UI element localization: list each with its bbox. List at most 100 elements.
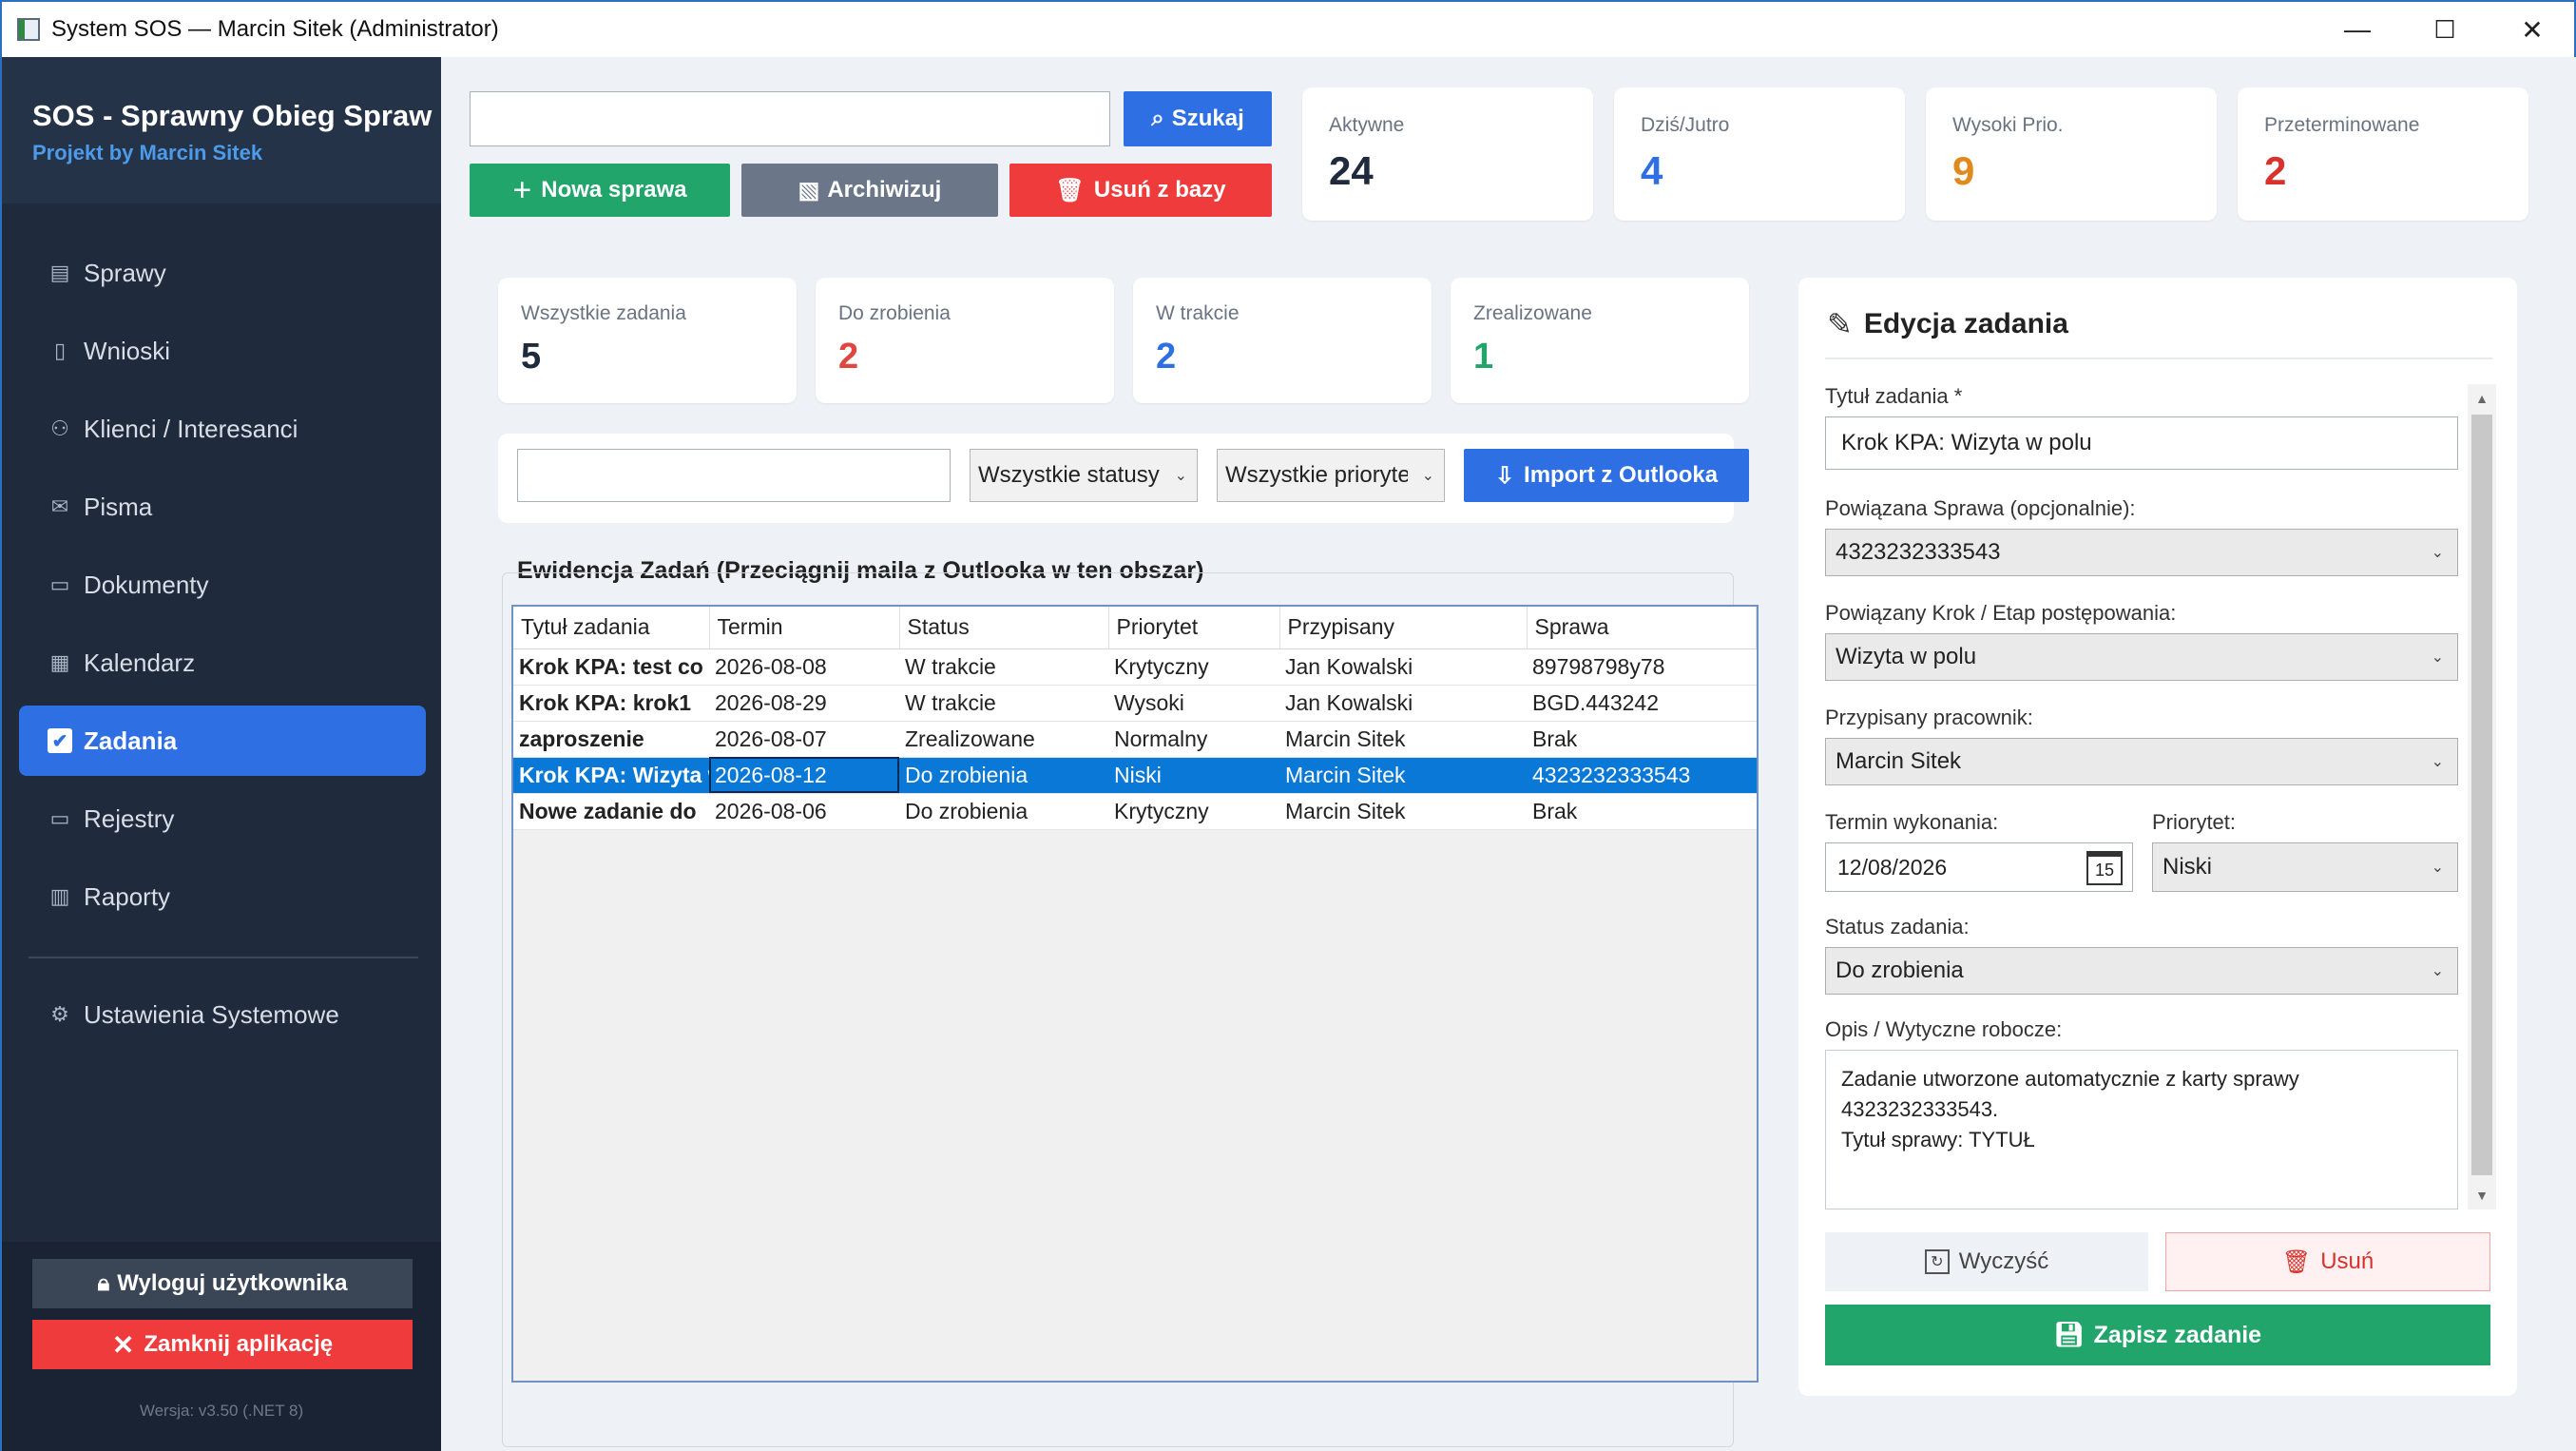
sidebar-item-kalendarz[interactable]: ▦ Kalendarz	[19, 628, 426, 698]
sidebar-item-sprawy[interactable]: ▤ Sprawy	[19, 238, 426, 308]
case-search-input[interactable]	[470, 91, 1110, 146]
logout-button[interactable]: 🔒︎ Wyloguj użytkownika	[32, 1259, 413, 1308]
table-cell[interactable]: Niski	[1108, 757, 1279, 794]
table-cell[interactable]: Krytyczny	[1108, 648, 1279, 686]
archive-button[interactable]: ▧ Archiwizuj	[741, 164, 998, 217]
column-header[interactable]: Tytuł zadania	[513, 607, 710, 649]
stat-card-dzis-jutro: Dziś/Jutro 4	[1614, 87, 1905, 221]
table-cell[interactable]: W trakcie	[899, 648, 1108, 686]
sidebar-item-label: Rejestry	[84, 803, 175, 833]
sidebar-item-settings[interactable]: ⚙ Ustawienia Systemowe	[19, 979, 426, 1050]
import-outlook-button[interactable]: ⇩ Import z Outlooka	[1464, 449, 1749, 502]
table-cell[interactable]: Krytyczny	[1108, 793, 1279, 830]
sidebar-item-pisma[interactable]: ✉ Pisma	[19, 472, 426, 542]
table-cell[interactable]: Nowe zadanie do	[513, 793, 709, 830]
table-row[interactable]: Nowe zadanie do 2026-08-06 Do zrobienia Kry…	[513, 793, 1757, 830]
table-cell[interactable]: Krok KPA: test co tam	[513, 648, 709, 686]
delete-from-db-button[interactable]: 🗑︎ Usuń z bazy	[1009, 164, 1272, 217]
table-cell[interactable]: zaproszenie	[513, 721, 709, 758]
table-cell[interactable]: Zrealizowane	[899, 721, 1108, 758]
step-label: Powiązany Krok / Etap postępowania:	[1825, 601, 2177, 625]
close-app-button[interactable]: ✕ Zamknij aplikację	[32, 1320, 413, 1369]
table-cell[interactable]: BGD.443242	[1527, 685, 1757, 722]
table-cell[interactable]: Marcin Sitek	[1279, 793, 1527, 830]
case-select-value: 4323232333543	[1836, 539, 2001, 565]
scroll-down-arrow[interactable]: ▼	[2468, 1181, 2496, 1209]
task-table[interactable]: Tytuł zadania Termin Status Priorytet Pr…	[511, 605, 1759, 1383]
column-header[interactable]: Termin	[709, 607, 900, 649]
table-cell[interactable]: W trakcie	[899, 685, 1108, 722]
table-cell[interactable]: 2026-08-08	[709, 648, 899, 686]
due-date-picker[interactable]: 12/08/2026 15	[1825, 842, 2133, 892]
scroll-thumb[interactable]	[2471, 415, 2492, 1175]
status-filter-select[interactable]: Wszystkie statusy ⌄	[970, 449, 1198, 502]
table-cell[interactable]: Brak	[1527, 721, 1757, 758]
maximize-button[interactable]: ☐	[2401, 2, 2489, 57]
case-select[interactable]: 4323232333543 ⌄	[1825, 529, 2458, 576]
table-row-selected[interactable]: Krok KPA: Wizyta w polu2026-08-12Do zrob…	[513, 757, 1757, 794]
search-button[interactable]: ⌕ Szukaj	[1124, 91, 1272, 146]
table-cell[interactable]: 4323232333543	[1527, 757, 1757, 794]
case-label: Powiązana Sprawa (opcjonalnie):	[1825, 496, 2136, 520]
table-cell[interactable]: Krok KPA: krok1	[513, 685, 709, 722]
editor-scrollbar[interactable]: ▲ ▼	[2468, 384, 2496, 1209]
column-header[interactable]: Przypisany	[1279, 607, 1528, 649]
close-icon: ✕	[111, 1329, 135, 1360]
task-stat-in-progress: W trakcie 2	[1133, 278, 1432, 403]
step-select[interactable]: Wizyta w polu ⌄	[1825, 633, 2458, 681]
table-row[interactable]: Krok KPA: test co tam2026-08-08W trakcie…	[513, 648, 1757, 686]
priority-filter-select[interactable]: Wszystkie priorytety ⌄	[1217, 449, 1445, 502]
sidebar-item-klienci[interactable]: ⚇ Klienci / Interesanci	[19, 394, 426, 464]
priority-select[interactable]: Niski ⌄	[2152, 842, 2458, 892]
table-cell[interactable]: 2026-08-29	[709, 685, 899, 722]
table-cell[interactable]: Wysoki	[1108, 685, 1279, 722]
task-search-input[interactable]	[517, 449, 951, 502]
new-case-label: Nowa sprawa	[541, 177, 687, 203]
sidebar-item-label: Raporty	[84, 881, 171, 911]
table-cell[interactable]: Krok KPA: Wizyta w polu	[513, 757, 709, 794]
table-cell[interactable]: 2026-08-07	[709, 721, 899, 758]
table-cell[interactable]: 2026-08-06	[709, 793, 899, 830]
table-cell[interactable]: 89798798y78	[1527, 648, 1757, 686]
table-cell[interactable]: Normalny	[1108, 721, 1279, 758]
description-textarea[interactable]: Zadanie utworzone automatycznie z karty …	[1825, 1050, 2458, 1209]
column-header[interactable]: Priorytet	[1108, 607, 1280, 649]
save-task-button[interactable]: 💾︎ Zapisz zadanie	[1825, 1305, 2490, 1365]
sidebar-item-dokumenty[interactable]: ▭ Dokumenty	[19, 550, 426, 620]
table-cell[interactable]: Brak	[1527, 793, 1757, 830]
table-cell[interactable]: Marcin Sitek	[1279, 721, 1527, 758]
sidebar-item-raporty[interactable]: ▥ Raporty	[19, 861, 426, 932]
sidebar: SOS - Sprawny Obieg Spraw Projekt by Mar…	[2, 57, 441, 1451]
stat-label: Wysoki Prio.	[1952, 114, 2064, 136]
title-input[interactable]: Krok KPA: Wizyta w polu	[1825, 416, 2458, 470]
task-editor-panel: ✎ Edycja zadania Tytuł zadania * Krok KP…	[1798, 278, 2517, 1396]
cases-icon: ▤	[49, 261, 70, 284]
stat-value: 2	[2264, 148, 2287, 193]
column-header[interactable]: Sprawa	[1527, 607, 1757, 649]
sidebar-item-rejestry[interactable]: ▭ Rejestry	[19, 784, 426, 854]
delete-task-button[interactable]: 🗑︎ Usuń	[2165, 1232, 2490, 1291]
assignee-select[interactable]: Marcin Sitek ⌄	[1825, 738, 2458, 785]
table-cell[interactable]: Marcin Sitek	[1279, 757, 1527, 794]
close-window-button[interactable]: ✕	[2489, 2, 2576, 57]
task-stat-todo: Do zrobienia 2	[816, 278, 1114, 403]
table-row[interactable]: Krok KPA: krok1 2026-08-29 W trakcie Wysoki…	[513, 685, 1757, 722]
new-case-button[interactable]: + Nowa sprawa	[470, 164, 730, 217]
table-cell[interactable]: Jan Kowalski	[1279, 648, 1527, 686]
table-cell[interactable]: Do zrobienia	[899, 793, 1108, 830]
task-stat-value: 2	[1156, 337, 1177, 377]
minimize-button[interactable]: —	[2314, 2, 2401, 57]
table-cell[interactable]: Do zrobienia	[899, 757, 1108, 794]
scroll-up-arrow[interactable]: ▲	[2468, 384, 2496, 413]
column-header[interactable]: Status	[899, 607, 1109, 649]
table-cell[interactable]: Jan Kowalski	[1279, 685, 1527, 722]
sidebar-item-wnioski[interactable]: ▯ Wnioski	[19, 316, 426, 386]
status-select[interactable]: Do zrobienia ⌄	[1825, 947, 2458, 995]
clear-button[interactable]: ↻ Wyczyść	[1825, 1232, 2148, 1291]
description-line: Tytuł sprawy: TYTUŁ	[1841, 1128, 2035, 1151]
table-row[interactable]: zaproszenie 2026-08-07 Zrealizowane Normaln…	[513, 721, 1757, 758]
table-cell[interactable]: 2026-08-12	[709, 757, 899, 794]
sidebar-item-zadania[interactable]: ✔ Zadania	[19, 706, 426, 776]
calendar-icon[interactable]: 15	[2086, 851, 2123, 885]
register-icon: ▭	[49, 806, 70, 830]
